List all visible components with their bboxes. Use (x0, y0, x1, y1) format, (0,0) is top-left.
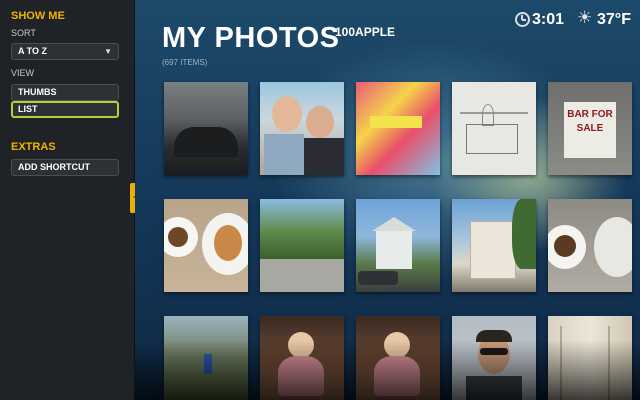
sidebar: SHOW ME SORT A TO Z ▼ VIEW THUMBS LIST E… (0, 0, 135, 400)
clock-time: 3:01 (532, 11, 565, 28)
page-title: MY PHOTOS (162, 22, 340, 54)
album-name: 100APPLE (335, 25, 396, 39)
sign-text: BAR FOR SALE (564, 102, 616, 158)
photo-coffee-cup[interactable] (548, 199, 632, 292)
photo-sketch-drawing[interactable] (452, 82, 536, 175)
temperature: 37°F (597, 11, 631, 28)
view-thumbs-button[interactable]: THUMBS (11, 84, 119, 101)
clock-icon (515, 12, 530, 27)
photo-street-trees[interactable] (260, 199, 344, 292)
photo-browser: MY PHOTOS 100APPLE (697 ITEMS) 3:01 ☀ 37… (135, 0, 640, 400)
photo-bar-for-sale-sign[interactable]: BAR FOR SALE (548, 82, 632, 175)
photo-magazines[interactable] (356, 82, 440, 175)
view-list-button[interactable]: LIST (11, 101, 119, 118)
bottom-fade-overlay (135, 340, 640, 400)
sort-value: A TO Z (18, 46, 47, 56)
photo-house[interactable] (356, 199, 440, 292)
view-label: VIEW (11, 68, 35, 78)
item-count: (697 ITEMS) (162, 58, 208, 67)
sort-label: SORT (11, 28, 36, 38)
photo-coffee-pastry[interactable] (164, 199, 248, 292)
photo-apartment-building[interactable] (452, 199, 536, 292)
photo-couple-selfie[interactable] (260, 82, 344, 175)
add-shortcut-button[interactable]: ADD SHORTCUT (11, 159, 119, 176)
sun-icon: ☀ (577, 8, 593, 27)
extras-heading: EXTRAS (11, 141, 56, 153)
sort-dropdown[interactable]: A TO Z ▼ (11, 43, 119, 60)
chevron-down-icon: ▼ (104, 47, 112, 56)
show-me-heading: SHOW ME (11, 10, 65, 22)
photo-car-interior[interactable] (164, 82, 248, 175)
